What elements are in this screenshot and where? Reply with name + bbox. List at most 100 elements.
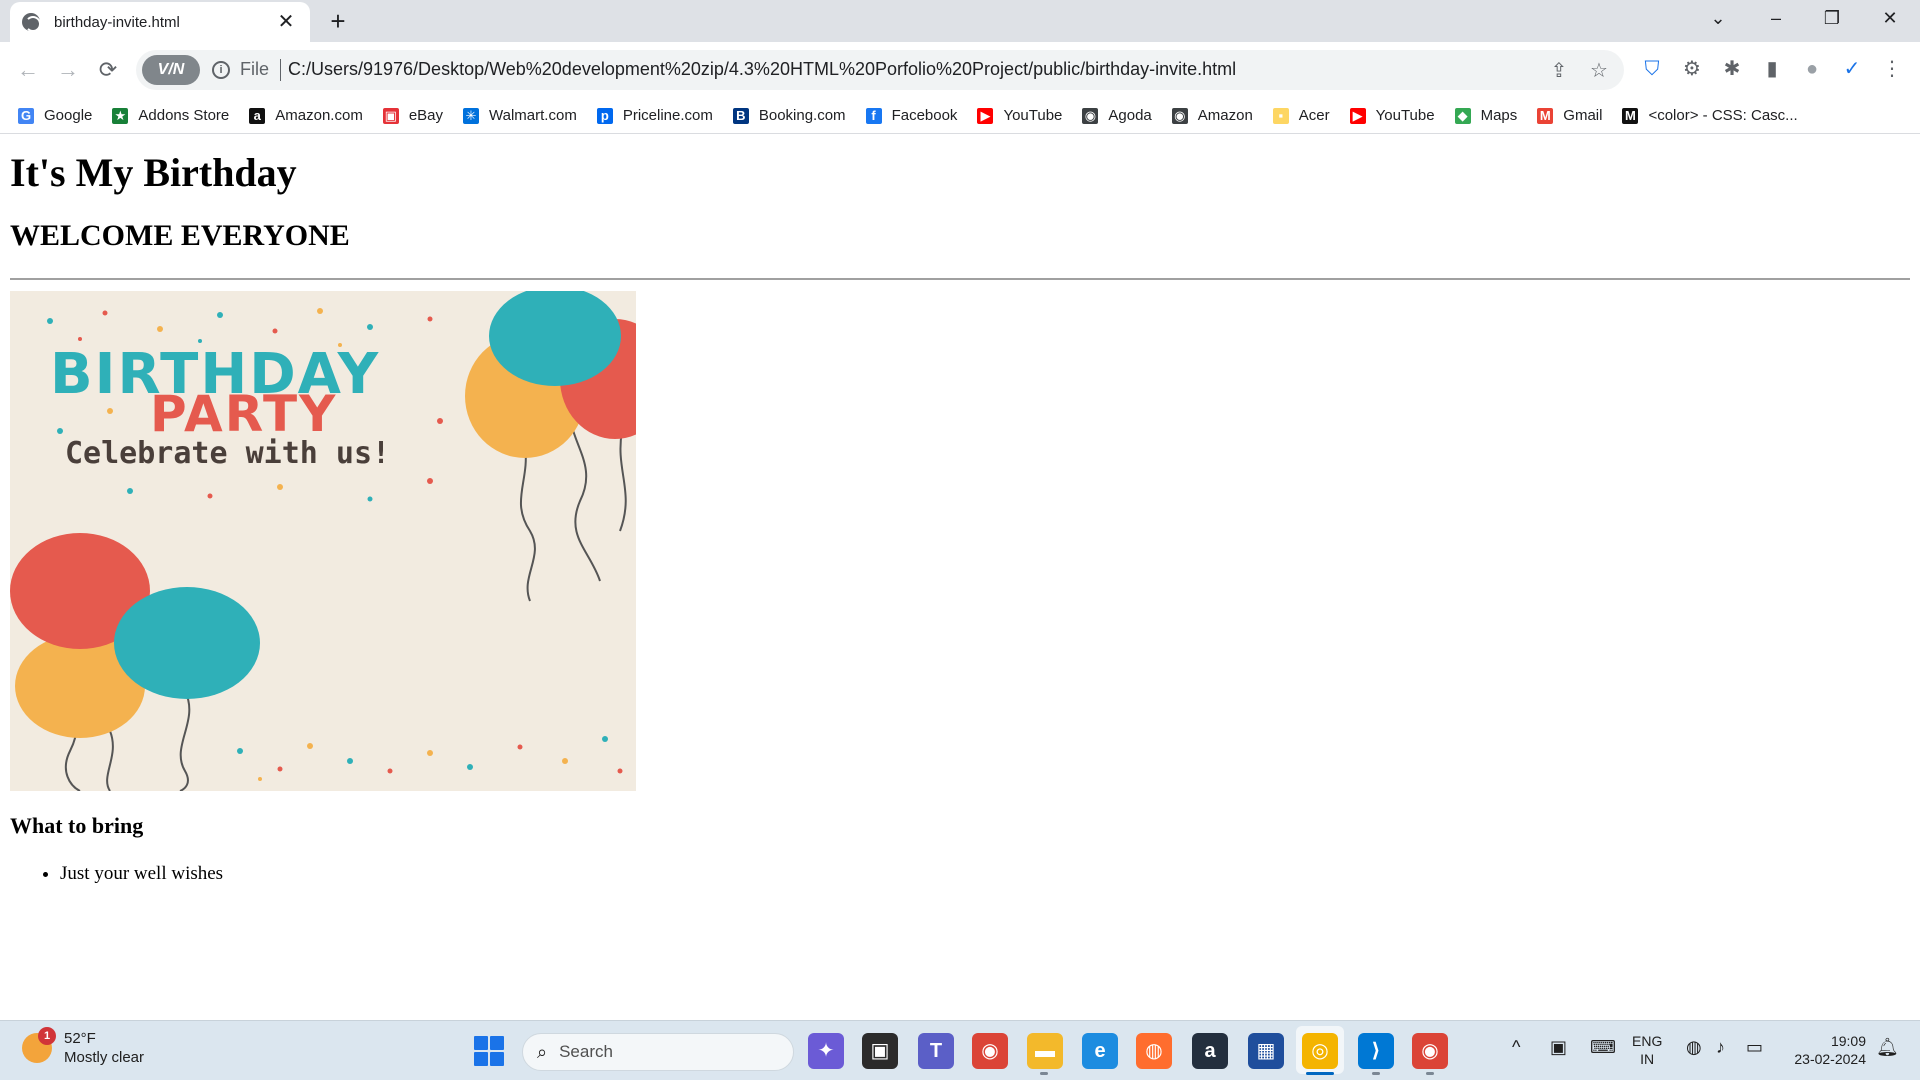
bookmark-label: Facebook xyxy=(891,107,958,124)
bookmark-item[interactable]: ◆ Maps xyxy=(1454,102,1518,130)
weather-moon-icon: 1 xyxy=(22,1027,56,1063)
bookmark-favicon-icon: ▶ xyxy=(977,107,994,124)
bookmark-item[interactable]: B Booking.com xyxy=(732,102,846,130)
bookmark-item[interactable]: ▶ YouTube xyxy=(1349,102,1435,130)
menu-kebab-icon[interactable]: ⋮ xyxy=(1878,55,1906,83)
battery-icon[interactable]: ▭ xyxy=(1746,1037,1763,1058)
restore-button[interactable]: ❐ xyxy=(1804,0,1860,38)
volume-icon[interactable]: ♪ xyxy=(1716,1037,1725,1058)
taskbar-search-box[interactable]: ⌕ Search xyxy=(522,1033,794,1071)
horizontal-rule xyxy=(10,278,1910,280)
bookmark-label: YouTube xyxy=(1375,107,1435,124)
bookmark-item[interactable]: ▪ Acer xyxy=(1272,102,1330,130)
firefox-app-icon[interactable]: ◍ xyxy=(1136,1033,1172,1069)
bookmark-item[interactable]: ★ Addons Store xyxy=(112,102,229,130)
browser-app-icon[interactable]: ◎ xyxy=(1302,1033,1338,1069)
network-globe-icon[interactable]: ◍ xyxy=(1686,1037,1702,1058)
bookmark-favicon-icon: f xyxy=(865,107,882,124)
toolbar: ← → ⟳ V/N i File C:/Users/91976/Desktop/… xyxy=(0,42,1920,98)
bookmark-label: Amazon.com xyxy=(275,107,363,124)
tray-app-icon[interactable]: ▣ xyxy=(1550,1037,1567,1058)
bookmark-favicon-icon: ◆ xyxy=(1454,107,1471,124)
bookmark-favicon-icon: ▣ xyxy=(382,107,399,124)
weather-condition: Mostly clear xyxy=(64,1049,145,1066)
list-item: Just your well wishes xyxy=(60,863,223,885)
vpn-badge[interactable]: V/N xyxy=(142,55,200,85)
file-explorer-app-icon[interactable]: ▬ xyxy=(1027,1033,1063,1069)
bookmark-item[interactable]: ▣ eBay xyxy=(382,102,444,130)
gear-extension-icon[interactable]: ⚙ xyxy=(1678,55,1706,83)
what-to-bring-heading: What to bring xyxy=(10,813,144,838)
new-tab-button[interactable]: + xyxy=(322,6,354,38)
tab-birthday-invite[interactable]: birthday-invite.html ✕ xyxy=(10,2,310,42)
bookmark-favicon-icon: ✳ xyxy=(463,107,480,124)
extensions-puzzle-icon[interactable]: ✱ xyxy=(1718,55,1746,83)
copilot-app-icon[interactable]: ✦ xyxy=(808,1033,844,1069)
bookmark-label: Amazon xyxy=(1197,107,1253,124)
close-window-button[interactable]: ✕ xyxy=(1862,0,1918,38)
check-extension-icon[interactable]: ✓ xyxy=(1838,55,1866,83)
amazon-app-icon[interactable]: a xyxy=(1192,1033,1228,1069)
browser-window: birthday-invite.html ✕ + ⌄ – ❐ ✕ ← → ⟳ V… xyxy=(0,0,1920,1080)
bookmark-item[interactable]: f Facebook xyxy=(865,102,958,130)
bookmark-item[interactable]: a Amazon.com xyxy=(249,102,363,130)
page-content: It's My Birthday WELCOME EVERYONE BIRTHD… xyxy=(0,135,1920,1020)
address-bar[interactable]: V/N i File C:/Users/91976/Desktop/Web%20… xyxy=(136,50,1624,90)
language-indicator[interactable]: ENG IN xyxy=(1632,1032,1662,1068)
bookmark-label: Booking.com xyxy=(758,107,846,124)
minimize-button[interactable]: – xyxy=(1748,0,1804,38)
side-panel-icon[interactable]: ▮ xyxy=(1758,55,1786,83)
bookmark-favicon-icon: ◉ xyxy=(1082,107,1099,124)
page-title: It's My Birthday xyxy=(10,150,297,195)
bookmark-item[interactable]: M <color> - CSS: Casc... xyxy=(1622,102,1798,130)
share-icon[interactable]: ⇪ xyxy=(1546,58,1572,84)
shield-extension-icon[interactable]: ⛉ xyxy=(1638,55,1666,83)
bookmark-item[interactable]: ◉ Agoda xyxy=(1082,102,1152,130)
profile-icon[interactable]: ● xyxy=(1798,55,1826,83)
bookmark-star-icon[interactable]: ☆ xyxy=(1586,58,1612,84)
bookmark-item[interactable]: ▶ YouTube xyxy=(977,102,1062,130)
bookmark-favicon-icon: B xyxy=(732,107,749,124)
bookmark-label: YouTube xyxy=(1003,107,1063,124)
reload-button[interactable]: ⟳ xyxy=(90,52,126,88)
bookmark-label: Acer xyxy=(1298,107,1330,124)
chrome-profile-app-icon[interactable]: ◉ xyxy=(1412,1033,1448,1069)
bookmark-label: Maps xyxy=(1480,107,1518,124)
bookmark-item[interactable]: ◉ Amazon xyxy=(1171,102,1253,130)
chrome-app-icon[interactable]: ◉ xyxy=(972,1033,1008,1069)
bookmark-item[interactable]: ✳ Walmart.com xyxy=(463,102,577,130)
image-tagline: Celebrate with us! xyxy=(65,436,390,471)
keyboard-icon[interactable]: ⌨ xyxy=(1590,1037,1616,1058)
system-clock[interactable]: 19:09 23-02-2024 xyxy=(1786,1032,1866,1068)
forward-button[interactable]: → xyxy=(50,52,86,88)
bookmark-label: Walmart.com xyxy=(489,107,577,124)
bookmark-favicon-icon: G xyxy=(18,107,34,124)
bookmark-favicon-icon: M xyxy=(1622,107,1639,124)
bookmark-item[interactable]: G Google xyxy=(18,102,92,130)
weather-temp: 52°F xyxy=(64,1030,96,1047)
show-hidden-icons-chevron[interactable]: ^ xyxy=(1512,1037,1520,1058)
omnibox-divider xyxy=(280,59,281,81)
vscode-app-icon[interactable]: ⟩ xyxy=(1358,1033,1394,1069)
running-indicator-explorer xyxy=(1040,1072,1048,1075)
windows-start-icon[interactable] xyxy=(474,1036,504,1066)
bookmark-item[interactable]: p Priceline.com xyxy=(596,102,713,130)
back-button[interactable]: ← xyxy=(10,52,46,88)
info-icon[interactable]: i xyxy=(212,61,230,79)
region-code: IN xyxy=(1640,1051,1655,1067)
tab-title: birthday-invite.html xyxy=(54,13,180,31)
clock-time: 19:09 xyxy=(1830,1033,1866,1049)
store-app-icon[interactable]: ▦ xyxy=(1248,1033,1284,1069)
edge-app-icon[interactable]: e xyxy=(1082,1033,1118,1069)
tab-search-button[interactable]: ⌄ xyxy=(1690,0,1746,38)
task-view-app-icon[interactable]: ▣ xyxy=(862,1033,898,1069)
bookmark-label: eBay xyxy=(408,107,444,124)
weather-text: 52°F Mostly clear xyxy=(64,1029,144,1067)
notifications-bell-icon[interactable]: 🔔︎ xyxy=(1876,1037,1899,1058)
bookmark-favicon-icon: ▪ xyxy=(1272,107,1289,124)
url-text[interactable]: C:/Users/91976/Desktop/Web%20development… xyxy=(288,59,1236,80)
bookmark-item[interactable]: M Gmail xyxy=(1537,102,1602,130)
close-tab-icon[interactable]: ✕ xyxy=(274,10,298,34)
teams-app-icon[interactable]: T xyxy=(918,1033,954,1069)
weather-widget[interactable]: 1 52°F Mostly clear xyxy=(22,1027,144,1067)
